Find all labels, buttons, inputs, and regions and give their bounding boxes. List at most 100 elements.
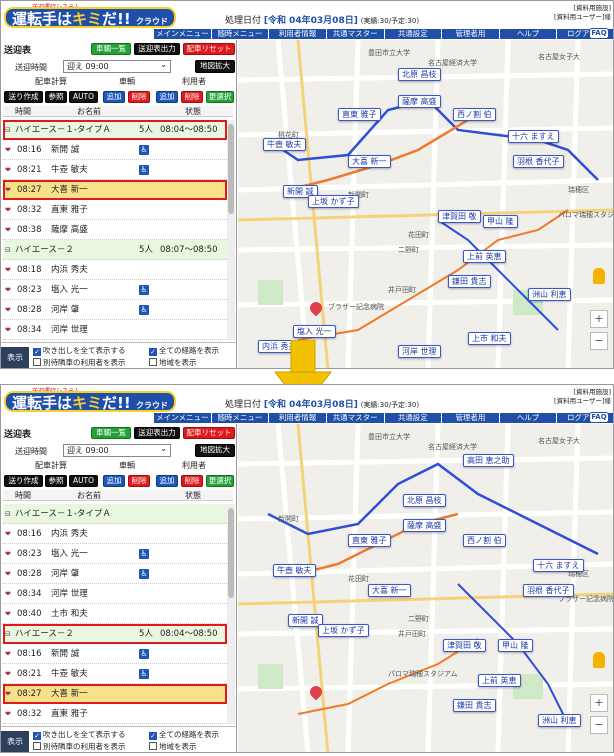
user-row[interactable]: ❤ 08:18 内浜 秀夫	[3, 260, 227, 280]
reference-button[interactable]: 参照	[45, 475, 67, 487]
zoom-in-icon[interactable]: +	[590, 310, 608, 328]
menu-item[interactable]: ヘルプ	[500, 413, 558, 423]
route-map[interactable]: 豊田市立大学名古屋経済大学名古屋女子大瑞穂区桃花町新開町花田町二野町井戸田町パロ…	[238, 40, 613, 368]
map-user-balloon[interactable]: 甲山 隆	[483, 215, 518, 228]
area-checkbox[interactable]: 地域を表示	[149, 358, 197, 368]
vehicle-add-button[interactable]: 追加	[103, 91, 125, 103]
menu-item[interactable]: メインメニュー	[154, 413, 212, 423]
menu-item[interactable]: 共通設定	[385, 413, 443, 423]
user-row[interactable]: ❤ 08:23 塩入 光一 ♿	[3, 280, 227, 300]
vehicle-delete-button[interactable]: 削除	[128, 475, 150, 487]
map-user-balloon[interactable]: 洲山 利恵	[538, 714, 581, 727]
collapse-icon[interactable]: ⊟	[5, 504, 11, 524]
map-user-balloon[interactable]: 上市 和夫	[468, 332, 511, 345]
user-row[interactable]: ❤ 08:16 新開 誠 ♿	[3, 140, 227, 160]
menu-item[interactable]: 共通マスター	[327, 413, 385, 423]
vehicle-row[interactable]: ⊟ ハイエース－２ 5人 08:04～08:50	[3, 624, 227, 644]
reset-button[interactable]: 配車リセット	[183, 43, 235, 55]
map-user-balloon[interactable]: 上坂 かず子	[318, 624, 369, 637]
separate-users-checkbox[interactable]: 別待隣車の利用者を表示	[33, 358, 126, 368]
map-user-balloon[interactable]: 薩摩 高盛	[403, 519, 446, 532]
user-row[interactable]: ❤ 08:32 直東 雅子	[3, 200, 227, 220]
display-button[interactable]: 表示	[1, 731, 29, 752]
map-user-balloon[interactable]: 鎌田 貴志	[448, 275, 491, 288]
menu-item[interactable]: 随時メニュー	[212, 413, 270, 423]
vehicle-row[interactable]: ⊟ ハイエース－１-タイプＡ 5人 08:04～08:50	[3, 120, 227, 140]
send-time-select[interactable]: 迎え 09:00	[63, 59, 171, 73]
chevron-down-icon[interactable]: ❤	[5, 524, 11, 544]
all-routes-checkbox[interactable]: ✓ 全ての経路を表示	[149, 730, 219, 740]
chevron-down-icon[interactable]: ❤	[5, 584, 11, 604]
chevron-down-icon[interactable]: ❤	[5, 300, 11, 320]
map-user-balloon[interactable]: 大喜 新一	[348, 155, 391, 168]
vehicle-delete-button[interactable]: 削除	[128, 91, 150, 103]
map-expand-button[interactable]: 地図拡大	[195, 60, 235, 73]
separate-users-checkbox[interactable]: 別待隣車の利用者を表示	[33, 742, 126, 752]
user-delete-button[interactable]: 削除	[181, 91, 203, 103]
vehicle-list-button[interactable]: 車輌一覧	[91, 43, 131, 55]
chevron-down-icon[interactable]: ❤	[5, 544, 11, 564]
map-user-balloon[interactable]: 鎌田 貴志	[453, 699, 496, 712]
map-user-balloon[interactable]: 大喜 新一	[368, 584, 411, 597]
menu-item[interactable]: 共通マスター	[327, 29, 385, 39]
user-delete-button[interactable]: 削除	[181, 475, 203, 487]
user-row[interactable]: ❤ 08:32 直東 雅子	[3, 704, 227, 724]
zoom-out-icon[interactable]: −	[590, 332, 608, 350]
user-row[interactable]: ❤ 08:21 牛壺 敏夫 ♿	[3, 664, 227, 684]
area-checkbox[interactable]: 地域を表示	[149, 742, 197, 752]
map-user-balloon[interactable]: 津賀田 敬	[438, 210, 481, 223]
map-user-balloon[interactable]: 高田 恵之助	[463, 454, 514, 467]
menu-item[interactable]: 利用者情報	[269, 413, 327, 423]
reselect-button[interactable]: 更選択	[206, 475, 234, 487]
chevron-down-icon[interactable]: ❤	[5, 180, 11, 200]
chevron-down-icon[interactable]: ❤	[5, 260, 11, 280]
map-user-balloon[interactable]: 直東 雅子	[338, 108, 381, 121]
map-user-balloon[interactable]: 羽根 香代子	[523, 584, 574, 597]
user-row[interactable]: ❤ 08:16 新開 誠 ♿	[3, 644, 227, 664]
chevron-down-icon[interactable]: ❤	[5, 160, 11, 180]
map-user-balloon[interactable]: 甲山 隆	[498, 639, 533, 652]
map-user-balloon[interactable]: 上坂 かず子	[308, 195, 359, 208]
user-row[interactable]: ❤ 08:27 大喜 新一	[3, 684, 227, 704]
user-row[interactable]: ❤ 08:28 河岸 肇 ♿	[3, 300, 227, 320]
faq-button[interactable]: FAQ	[589, 412, 609, 423]
user-row[interactable]: ❤ 08:21 牛壺 敏夫 ♿	[3, 160, 227, 180]
chevron-down-icon[interactable]: ❤	[5, 140, 11, 160]
zoom-in-icon[interactable]: +	[590, 694, 608, 712]
chevron-down-icon[interactable]: ❤	[5, 684, 11, 704]
chevron-down-icon[interactable]: ❤	[5, 200, 11, 220]
pegman-icon[interactable]	[593, 268, 605, 284]
vehicle-row[interactable]: ⊟ ハイエース－１-タイプＡ	[3, 504, 227, 524]
menu-item[interactable]: 共通設定	[385, 29, 443, 39]
user-add-button[interactable]: 追加	[156, 91, 178, 103]
user-row[interactable]: ❤ 08:40 土市 和夫	[3, 604, 227, 624]
user-row[interactable]: ❤ 08:28 河岸 肇 ♿	[3, 564, 227, 584]
faq-button[interactable]: FAQ	[589, 28, 609, 39]
collapse-icon[interactable]: ⊟	[5, 624, 11, 644]
route-map[interactable]: 豊田市立大学 名古屋経済大学 名古屋女子大 瑞穂区 新開町 花田町 二野町 井戸田町 パロマ瑞穂…	[238, 424, 613, 752]
balloon-checkbox[interactable]: ✓ 吹き出しを全て表示する	[33, 730, 126, 740]
output-button[interactable]: 送迎表出力	[134, 427, 180, 439]
all-routes-checkbox[interactable]: ✓ 全ての経路を表示	[149, 346, 219, 356]
map-user-balloon[interactable]: 羽根 香代子	[513, 155, 564, 168]
user-row[interactable]: ❤ 08:38 薩摩 高盛	[3, 220, 227, 240]
menu-item[interactable]: 利用者情報	[269, 29, 327, 39]
map-user-balloon[interactable]: 直東 雅子	[348, 534, 391, 547]
zoom-out-icon[interactable]: −	[590, 716, 608, 734]
collapse-icon[interactable]: ⊟	[5, 240, 11, 260]
vehicle-list-button[interactable]: 車輌一覧	[91, 427, 131, 439]
chevron-down-icon[interactable]: ❤	[5, 280, 11, 300]
chevron-down-icon[interactable]: ❤	[5, 704, 11, 724]
menu-item[interactable]: 管理者用	[442, 29, 500, 39]
auto-button[interactable]: AUTO	[69, 91, 98, 103]
map-user-balloon[interactable]: 薩摩 高盛	[398, 95, 441, 108]
reset-button[interactable]: 配車リセット	[183, 427, 235, 439]
map-user-balloon[interactable]: 津賀田 敬	[443, 639, 486, 652]
chevron-down-icon[interactable]: ❤	[5, 664, 11, 684]
map-user-balloon[interactable]: 河岸 世理	[398, 345, 441, 358]
list-scrollbar[interactable]	[227, 120, 235, 340]
map-user-balloon[interactable]: 十六 ますえ	[508, 130, 559, 143]
user-row[interactable]: ❤ 08:34 河岸 世理	[3, 584, 227, 604]
pegman-icon[interactable]	[593, 652, 605, 668]
map-user-balloon[interactable]: 西ノ割 伯	[463, 534, 506, 547]
